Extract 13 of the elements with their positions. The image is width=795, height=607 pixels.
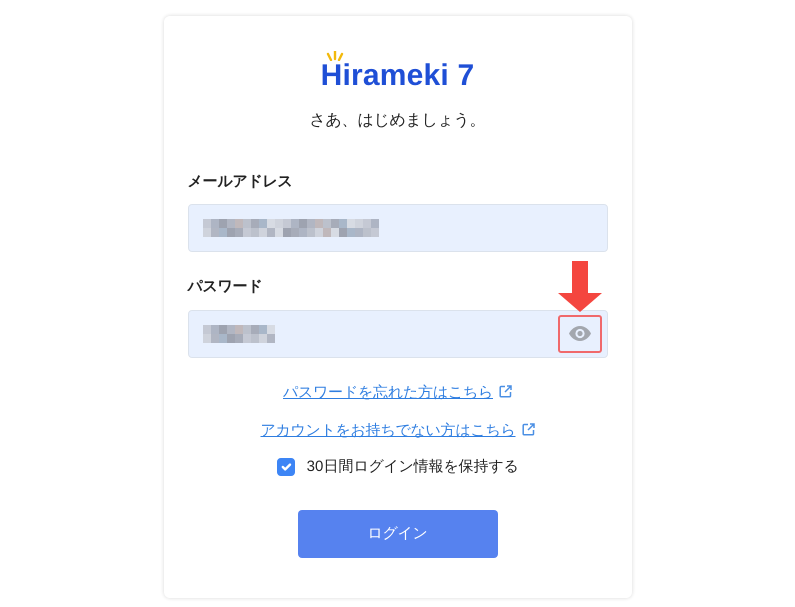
show-password-button[interactable] — [558, 314, 602, 352]
subtitle: さあ、はじめましょう。 — [308, 110, 486, 130]
field-label: メールアドレス — [188, 172, 294, 192]
logo-text: Hirameki 7 — [320, 59, 474, 92]
email-field[interactable] — [188, 204, 608, 252]
remember-label: 30日間ログイン情報を保持する — [306, 456, 518, 476]
password-field[interactable] — [188, 310, 608, 358]
sparkle-icon — [326, 51, 344, 61]
eye-icon — [568, 326, 590, 341]
login-button[interactable]: ログイン — [298, 510, 498, 558]
remember-checkbox[interactable] — [276, 458, 295, 476]
arrow-down-icon — [558, 260, 602, 312]
field-label: パスワード — [188, 277, 264, 297]
